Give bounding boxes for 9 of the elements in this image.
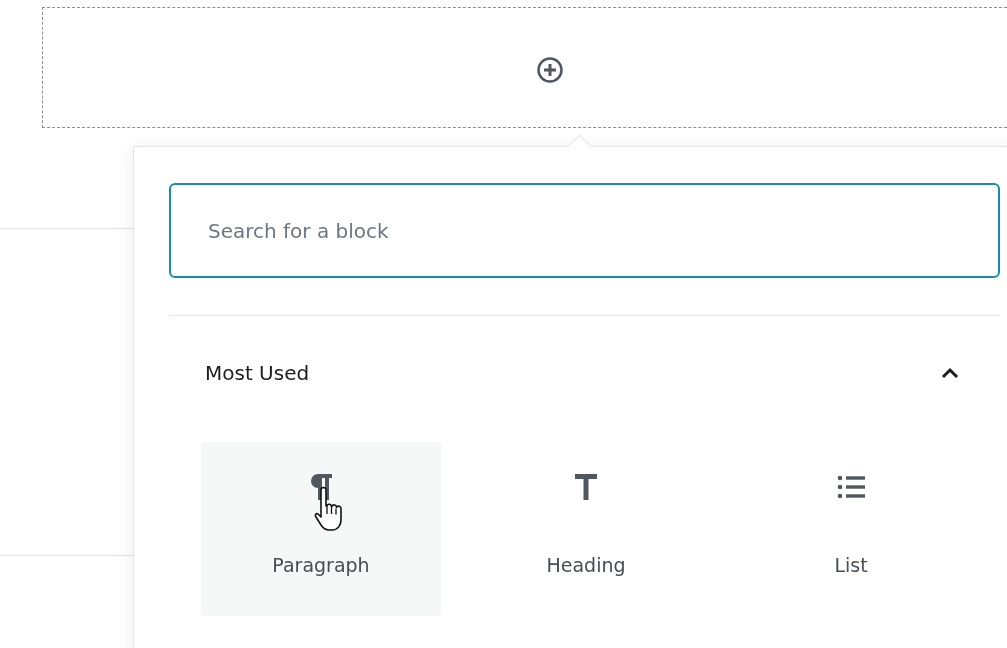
search-field[interactable]: Search for a block xyxy=(169,183,1000,278)
block-item[interactable]: List xyxy=(731,442,971,616)
add-block-icon[interactable] xyxy=(535,55,564,84)
heading-icon xyxy=(574,472,598,502)
block-item[interactable]: Paragraph xyxy=(201,442,441,616)
hand-cursor-icon xyxy=(313,486,343,534)
section-title: Most Used xyxy=(205,361,310,385)
chevron-up-icon[interactable] xyxy=(940,366,960,380)
block-item[interactable]: Heading xyxy=(466,442,706,616)
